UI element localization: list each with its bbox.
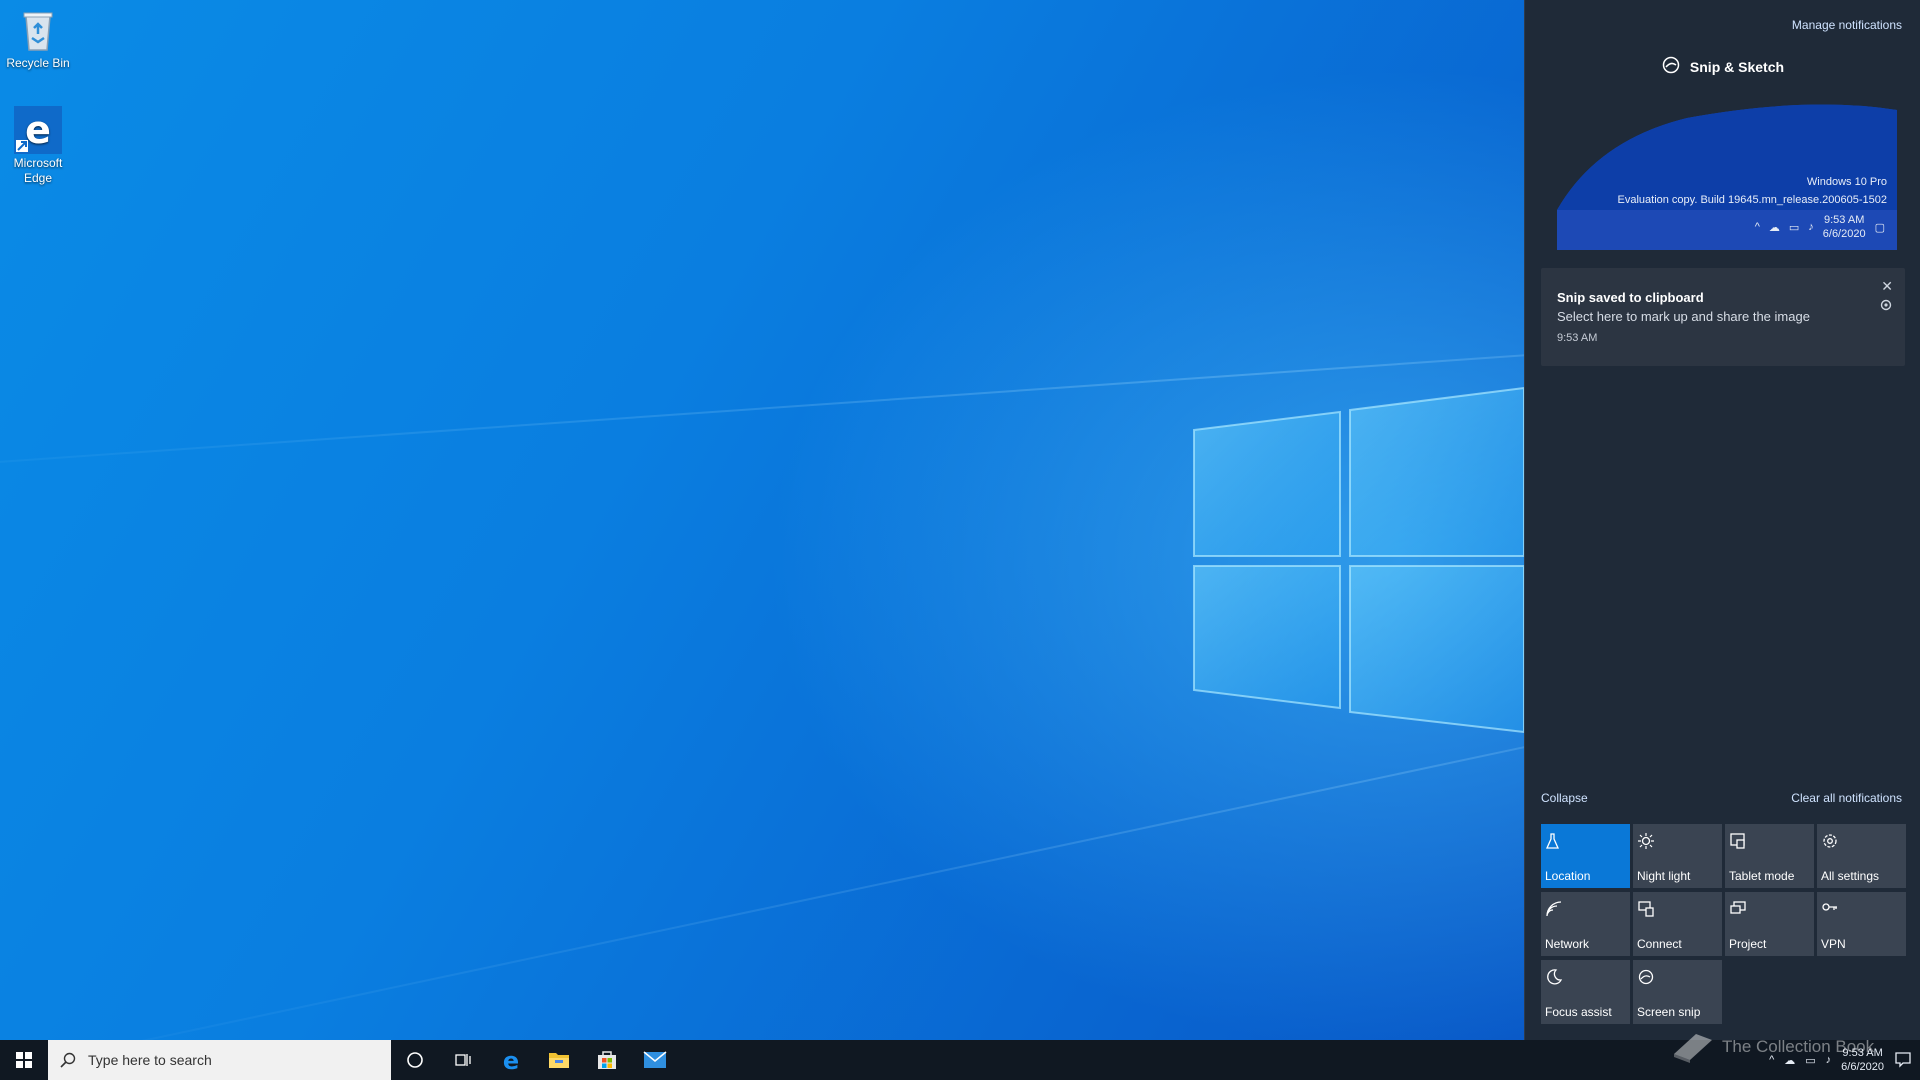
quick-action-connect[interactable]: Connect xyxy=(1633,892,1722,956)
windows-start-icon xyxy=(16,1052,32,1068)
quick-action-label: VPN xyxy=(1821,937,1846,951)
quick-action-network[interactable]: Network xyxy=(1541,892,1630,956)
snip-tray-date: 6/6/2020 xyxy=(1822,228,1866,240)
quick-action-focus-assist[interactable]: Focus assist xyxy=(1541,960,1630,1024)
store-icon xyxy=(598,1051,616,1069)
taskbar-mail-button[interactable] xyxy=(631,1040,679,1080)
desktop-icon-label: Microsoft Edge xyxy=(13,156,63,185)
snip-sketch-app-icon xyxy=(1662,56,1680,77)
cloud-icon: ☁ xyxy=(1768,221,1780,234)
desktop-icon-microsoft-edge[interactable]: e Microsoft Edge xyxy=(0,106,76,186)
clear-all-notifications-button[interactable]: Clear all notifications xyxy=(1791,791,1902,805)
quick-action-label: Tablet mode xyxy=(1729,869,1795,883)
cortana-button[interactable] xyxy=(391,1040,439,1080)
notification-center-icon: ▢ xyxy=(1874,221,1885,234)
quick-action-vpn[interactable]: VPN xyxy=(1817,892,1906,956)
taskbar-edge-button[interactable]: e xyxy=(487,1040,535,1080)
edge-icon: e xyxy=(503,1048,519,1072)
gear-icon[interactable] xyxy=(1879,298,1893,317)
snip-preview-image[interactable]: Windows 10 Pro Evaluation copy. Build 19… xyxy=(1557,100,1897,250)
notification-title: Snip saved to clipboard xyxy=(1557,290,1704,305)
search-placeholder: Type here to search xyxy=(88,1052,212,1068)
quick-action-label: Project xyxy=(1729,937,1767,951)
book-logo-icon xyxy=(1674,1034,1712,1063)
quick-action-night-light[interactable]: Night light xyxy=(1633,824,1722,888)
quick-action-label: Location xyxy=(1545,869,1591,883)
watermark: The Collection Book xyxy=(1670,1030,1874,1064)
cortana-icon xyxy=(407,1052,423,1068)
project-icon xyxy=(1730,901,1746,914)
tablet-mode-icon xyxy=(1730,833,1745,849)
task-view-button[interactable] xyxy=(439,1040,487,1080)
recycle-bin-icon xyxy=(14,6,62,54)
quick-action-label: Screen snip xyxy=(1637,1005,1701,1019)
task-view-icon xyxy=(455,1054,471,1066)
connect-icon xyxy=(1638,901,1654,917)
chevron-up-icon: ^ xyxy=(1754,221,1760,233)
action-center-panel: Manage notifications Snip & Sketch Windo… xyxy=(1524,0,1920,1040)
search-box[interactable]: Type here to search xyxy=(48,1040,391,1080)
snip-tray-preview: ^ ☁ ▭ ♪ 9:53 AM 6/6/2020 ▢ xyxy=(1755,213,1885,241)
notification-group-title: Snip & Sketch xyxy=(1689,58,1785,75)
quick-action-label: Network xyxy=(1545,937,1590,951)
volume-icon: ♪ xyxy=(1808,221,1814,233)
watermark-text: The Collection Book xyxy=(1722,1037,1875,1056)
gear-icon xyxy=(1823,834,1837,848)
notification-group-header[interactable]: Snip & Sketch xyxy=(1525,56,1920,77)
desktop-icon-recycle-bin[interactable]: Recycle Bin xyxy=(0,6,76,71)
quick-action-location[interactable]: Location xyxy=(1541,824,1630,888)
location-icon xyxy=(1545,833,1560,849)
snip-tray-time: 9:53 AM xyxy=(1824,214,1865,226)
taskbar-file-explorer-button[interactable] xyxy=(535,1040,583,1080)
quick-action-label: Focus assist xyxy=(1545,1005,1612,1019)
desktop-icon-label: Recycle Bin xyxy=(6,56,70,70)
collapse-button[interactable]: Collapse xyxy=(1541,791,1588,805)
taskbar: Type here to search e ^ ☁ ▭ ♪ 9:53 AM 6/… xyxy=(0,1040,1920,1080)
edge-icon: e xyxy=(14,106,62,154)
notification-time: 9:53 AM xyxy=(1557,332,1598,344)
notification-body: Select here to mark up and share the ima… xyxy=(1557,309,1810,324)
quick-action-label: Connect xyxy=(1637,937,1682,951)
network-icon: ▭ xyxy=(1788,221,1800,234)
notification-card[interactable]: Snip saved to clipboard Select here to m… xyxy=(1541,268,1905,366)
notification-center-icon[interactable] xyxy=(1894,1050,1912,1071)
file-explorer-icon xyxy=(549,1053,569,1068)
quick-action-screen-snip[interactable]: Screen snip xyxy=(1633,960,1722,1024)
taskbar-store-button[interactable] xyxy=(583,1040,631,1080)
network-icon xyxy=(1546,901,1562,917)
quick-action-tablet-mode[interactable]: Tablet mode xyxy=(1725,824,1814,888)
focus-assist-icon xyxy=(1547,969,1563,985)
night-light-icon xyxy=(1638,833,1654,849)
vpn-icon xyxy=(1822,903,1837,911)
search-icon xyxy=(60,1052,76,1068)
mail-icon xyxy=(643,1051,667,1068)
svg-text:e: e xyxy=(25,108,51,152)
snip-watermark-edition: Windows 10 Pro xyxy=(1806,176,1887,188)
svg-text:e: e xyxy=(503,1048,519,1072)
quick-action-project[interactable]: Project xyxy=(1725,892,1814,956)
quick-action-all-settings[interactable]: All settings xyxy=(1817,824,1906,888)
snip-watermark-build: Evaluation copy. Build 19645.mn_release.… xyxy=(1617,194,1888,206)
quick-action-label: Night light xyxy=(1637,869,1691,883)
screen-snip-icon xyxy=(1638,969,1654,985)
start-button[interactable] xyxy=(0,1040,48,1080)
quick-actions-grid: Location Night light Tablet mode All set… xyxy=(1541,824,1907,1024)
close-icon[interactable]: ✕ xyxy=(1881,278,1893,295)
quick-action-label: All settings xyxy=(1821,869,1880,883)
manage-notifications-link[interactable]: Manage notifications xyxy=(1792,18,1902,32)
